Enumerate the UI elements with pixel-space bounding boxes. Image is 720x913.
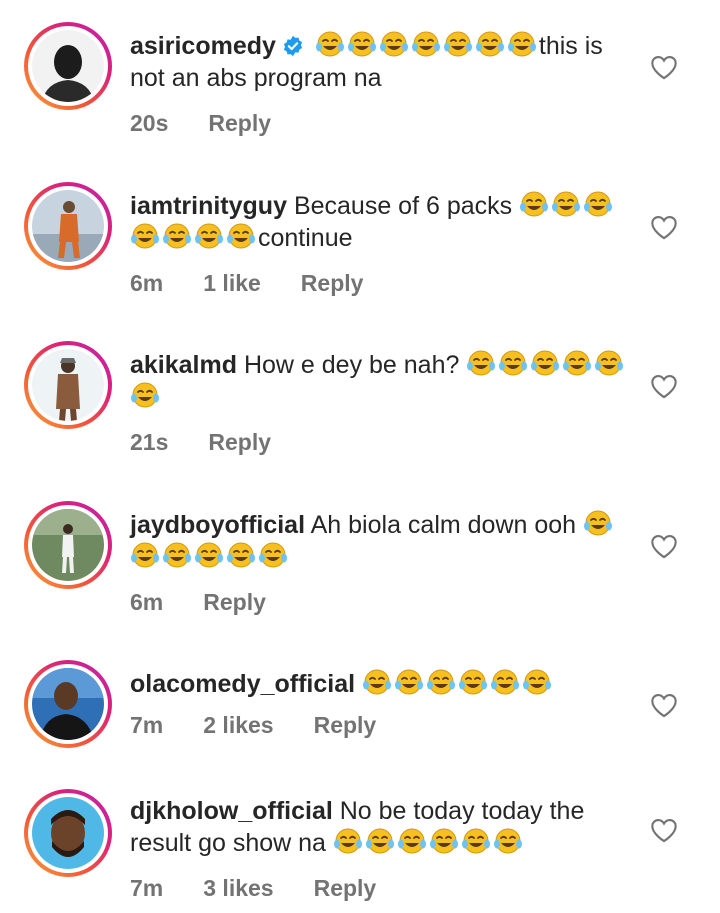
face-with-tears-of-joy-icon (194, 541, 224, 569)
heart-outline-icon[interactable] (650, 692, 678, 718)
comment-text: olacomedy_official (130, 668, 630, 700)
comment-body: Ah biola calm down ooh (310, 511, 577, 539)
face-with-tears-of-joy-icon (315, 30, 345, 58)
face-with-tears-of-joy-icon (551, 190, 581, 218)
face-with-tears-of-joy-icon (493, 827, 523, 855)
comment-text: djkholow_official No be today today the … (130, 795, 630, 859)
face-with-tears-of-joy-icon (258, 541, 288, 569)
face-with-tears-of-joy-icon (397, 827, 427, 855)
face-with-tears-of-joy-icon (519, 190, 549, 218)
comment-body: How e dey be nah? (243, 351, 460, 379)
face-with-tears-of-joy-icon (443, 30, 473, 58)
comment-meta: 7m 2 likes Reply (130, 712, 416, 739)
face-with-tears-of-joy-icon (347, 30, 377, 58)
comment-text: jaydboyofficial Ah biola calm down ooh (130, 509, 630, 573)
face-with-tears-of-joy-icon (379, 30, 409, 58)
reply-button[interactable]: Reply (301, 270, 364, 297)
face-with-tears-of-joy-icon (490, 668, 520, 696)
heart-outline-icon[interactable] (650, 817, 678, 843)
face-with-tears-of-joy-icon (365, 827, 395, 855)
comment-meta: 6m Reply (130, 589, 306, 616)
comment-meta: 21s Reply (130, 429, 311, 456)
face-with-tears-of-joy-icon (507, 30, 537, 58)
face-with-tears-of-joy-icon (530, 349, 560, 377)
face-with-tears-of-joy-icon (394, 668, 424, 696)
face-with-tears-of-joy-icon (583, 509, 613, 537)
face-with-tears-of-joy-icon (461, 827, 491, 855)
verified-badge-icon (282, 33, 304, 57)
reply-button[interactable]: Reply (314, 712, 377, 739)
face-with-tears-of-joy-icon (362, 668, 392, 696)
comment-username[interactable]: jaydboyofficial (130, 511, 305, 539)
face-with-tears-of-joy-icon (411, 30, 441, 58)
face-with-tears-of-joy-icon (130, 222, 160, 250)
heart-outline-icon[interactable] (650, 533, 678, 559)
comment-timestamp: 6m (130, 270, 164, 296)
avatar[interactable] (24, 22, 112, 110)
face-with-tears-of-joy-icon (130, 541, 160, 569)
comment-timestamp: 7m (130, 875, 164, 901)
face-with-tears-of-joy-icon (426, 668, 456, 696)
avatar[interactable] (24, 789, 112, 877)
face-with-tears-of-joy-icon (594, 349, 624, 377)
likes-count[interactable]: 3 likes (203, 875, 273, 902)
likes-count[interactable]: 2 likes (203, 712, 273, 739)
comment-username[interactable]: akikalmd (130, 351, 237, 379)
avatar[interactable] (24, 341, 112, 429)
face-with-tears-of-joy-icon (466, 349, 496, 377)
face-with-tears-of-joy-icon (522, 668, 552, 696)
comment-text: iamtrinityguy Because of 6 packs continu… (130, 190, 630, 254)
comment-meta: 7m 3 likes Reply (130, 875, 416, 902)
face-with-tears-of-joy-icon (458, 668, 488, 696)
face-with-tears-of-joy-icon (429, 827, 459, 855)
face-with-tears-of-joy-icon (226, 541, 256, 569)
comment-timestamp: 20s (130, 110, 169, 136)
comment-body-continued: continue (258, 224, 353, 252)
reply-button[interactable]: Reply (314, 875, 377, 902)
comment-username[interactable]: olacomedy_official (130, 670, 355, 698)
reply-button[interactable]: Reply (208, 429, 271, 456)
comment-timestamp: 7m (130, 712, 164, 738)
face-with-tears-of-joy-icon (226, 222, 256, 250)
likes-count[interactable]: 1 like (203, 270, 261, 297)
face-with-tears-of-joy-icon (162, 222, 192, 250)
face-with-tears-of-joy-icon (130, 381, 160, 409)
avatar[interactable] (24, 660, 112, 748)
heart-outline-icon[interactable] (650, 54, 678, 80)
face-with-tears-of-joy-icon (194, 222, 224, 250)
avatar[interactable] (24, 182, 112, 270)
comment-meta: 20s Reply (130, 110, 311, 137)
avatar[interactable] (24, 501, 112, 589)
comment-text: asiricomedy this is not an abs program n… (130, 30, 630, 94)
face-with-tears-of-joy-icon (562, 349, 592, 377)
comment-meta: 6m 1 like Reply (130, 270, 403, 297)
comment-timestamp: 21s (130, 429, 169, 455)
face-with-tears-of-joy-icon (498, 349, 528, 377)
face-with-tears-of-joy-icon (162, 541, 192, 569)
heart-outline-icon[interactable] (650, 214, 678, 240)
comment-timestamp: 6m (130, 589, 164, 615)
comment-username[interactable]: asiricomedy (130, 32, 276, 60)
comment-username[interactable]: iamtrinityguy (130, 192, 287, 220)
comments-list: asiricomedy this is not an abs program n… (0, 0, 720, 913)
face-with-tears-of-joy-icon (583, 190, 613, 218)
face-with-tears-of-joy-icon (475, 30, 505, 58)
reply-button[interactable]: Reply (203, 589, 266, 616)
heart-outline-icon[interactable] (650, 373, 678, 399)
face-with-tears-of-joy-icon (333, 827, 363, 855)
comment-body: Because of 6 packs (293, 192, 513, 220)
comment-text: akikalmd How e dey be nah? (130, 349, 630, 413)
reply-button[interactable]: Reply (208, 110, 271, 137)
comment-username[interactable]: djkholow_official (130, 797, 333, 825)
